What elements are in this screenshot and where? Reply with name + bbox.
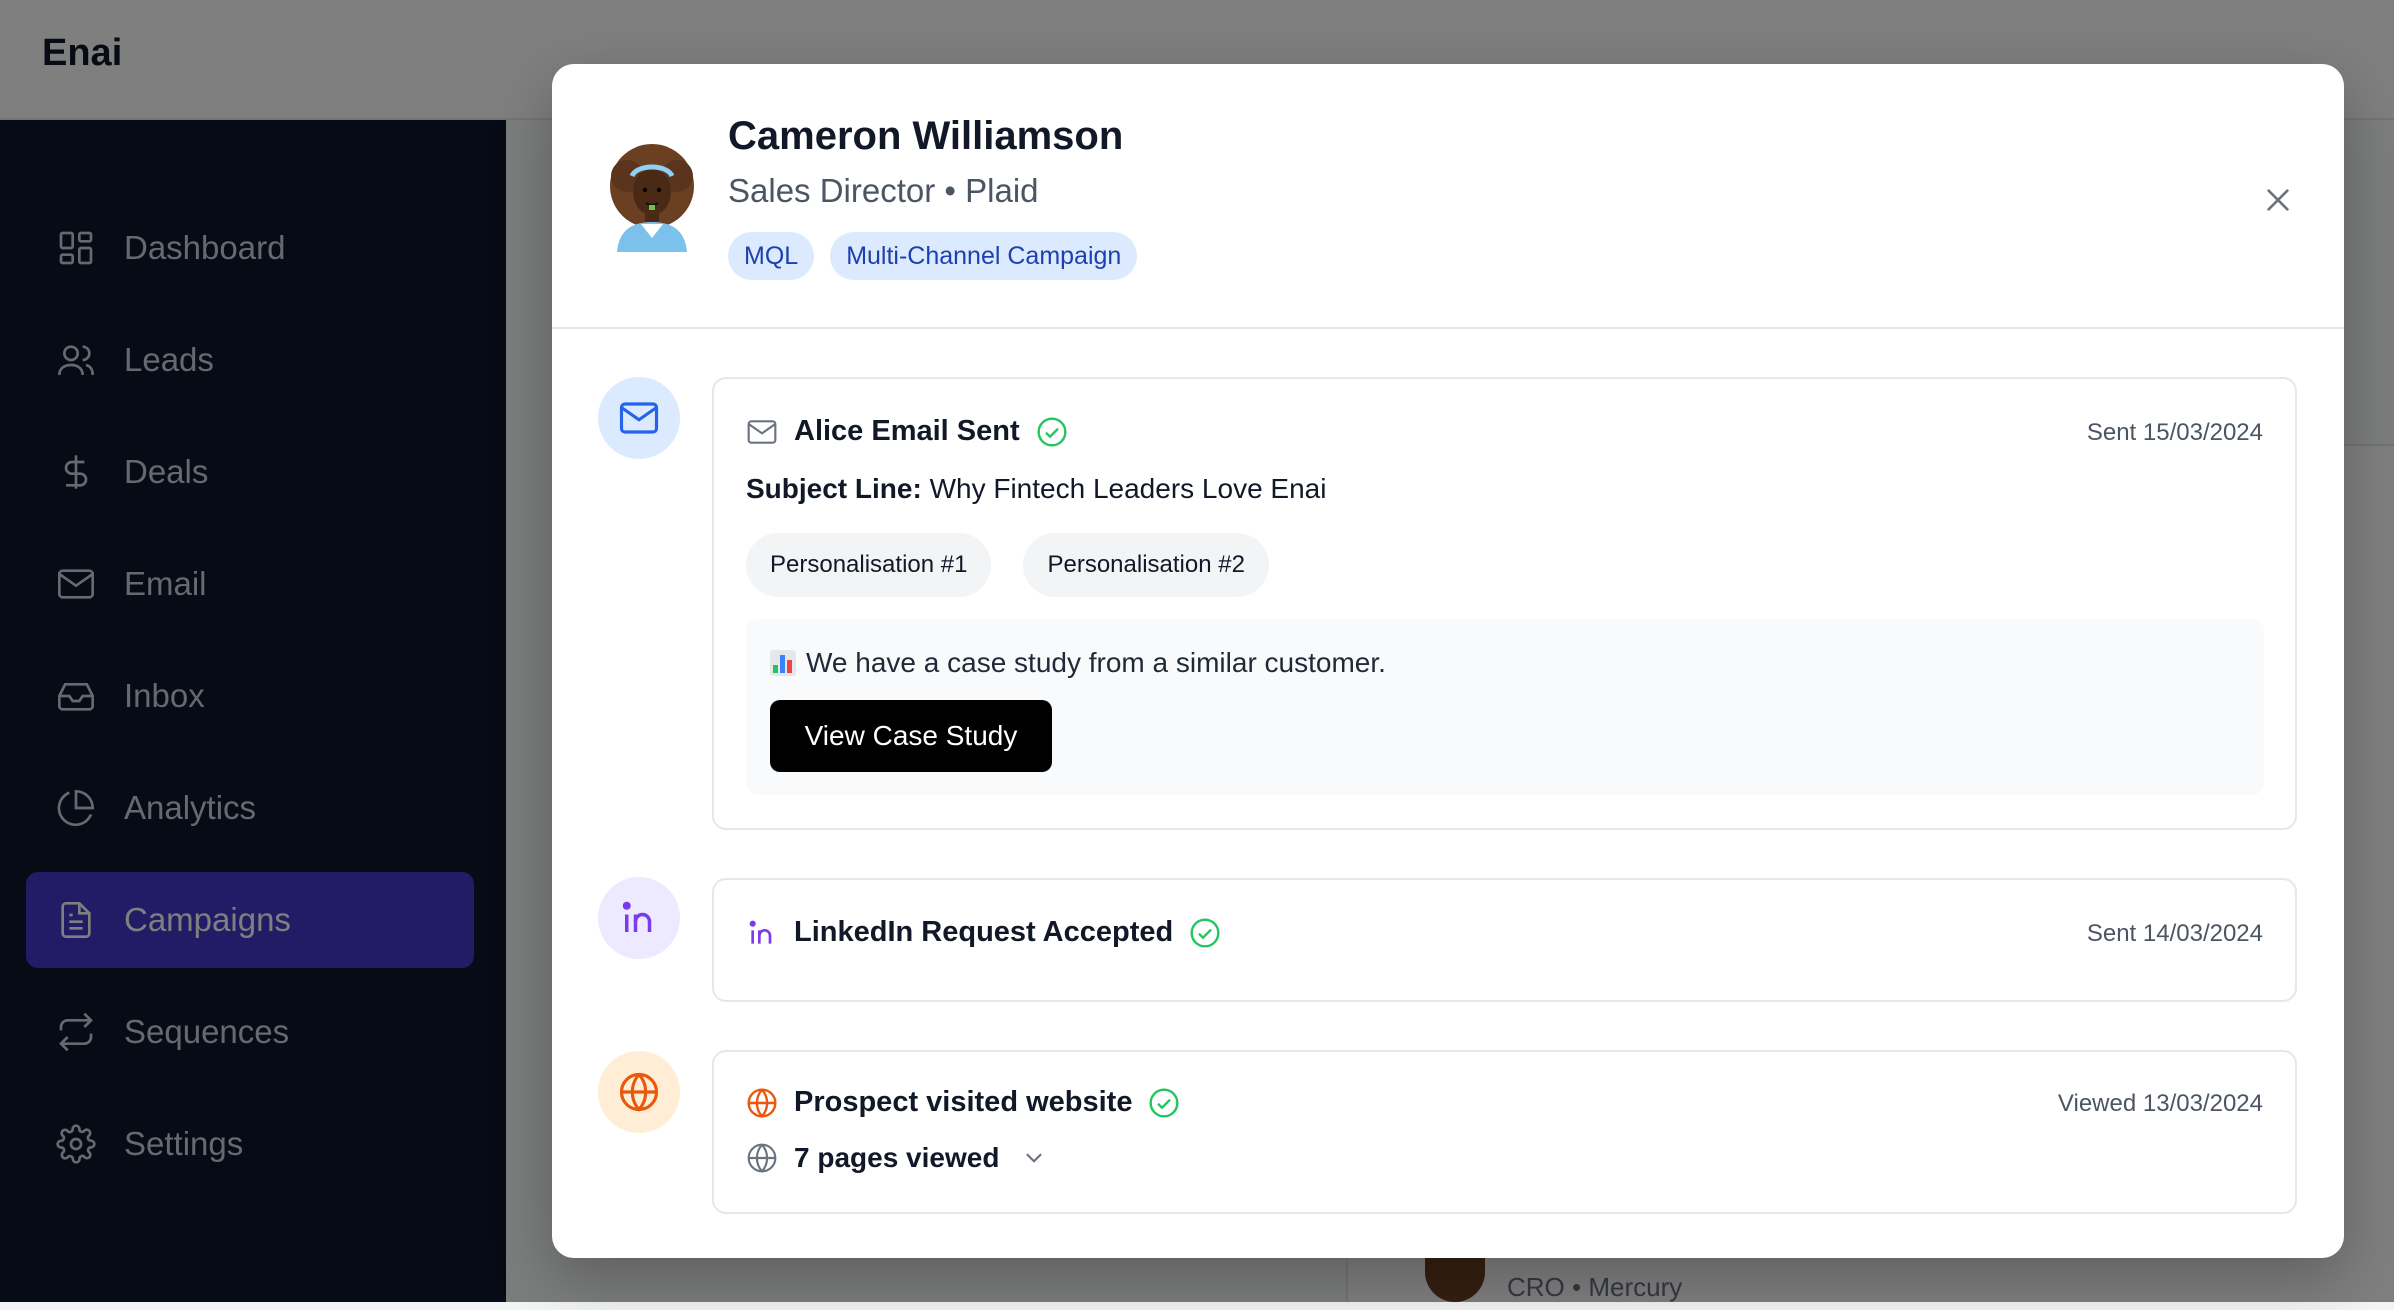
prospect-tags: MQL Multi-Channel Campaign [728, 232, 1138, 280]
event-date: Sent 15/03/2024 [2086, 419, 2263, 446]
website-card-header: Prospect visited website [746, 1086, 1180, 1119]
view-case-study-button[interactable]: View Case Study [770, 700, 1052, 772]
globe-icon [747, 1143, 777, 1173]
mail-icon [747, 419, 777, 444]
event-date: Viewed 13/03/2024 [2057, 1090, 2263, 1117]
tag-campaign[interactable]: Multi-Channel Campaign [830, 232, 1138, 280]
event-title: Prospect visited website [794, 1086, 1133, 1118]
modal-header: Cameron Williamson Sales Director • Plai… [552, 64, 2344, 329]
subject-label: Subject Line: [746, 473, 922, 504]
check-circle-icon [1037, 416, 1067, 447]
linkedin-card-header: LinkedIn Request Accepted [746, 916, 1221, 949]
email-card-header: Alice Email Sent [746, 415, 1068, 448]
email-sent-card: Alice Email Sent Sent 15/03/2024 Subject… [712, 377, 2297, 830]
case-study-note: We have a case study from a similar cust… [770, 647, 1386, 679]
linkedin-icon [622, 901, 652, 932]
personalisation-chip[interactable]: Personalisation #2 [1023, 533, 1269, 597]
case-study-text: We have a case study from a similar cust… [806, 647, 1386, 678]
bar-chart-icon [770, 650, 796, 676]
linkedin-accepted-card: LinkedIn Request Accepted Sent 14/03/202… [712, 878, 2297, 1002]
avatar [610, 144, 694, 252]
tag-mql[interactable]: MQL [728, 232, 815, 280]
prospect-name: Cameron Williamson [728, 114, 1124, 158]
globe-icon [747, 1087, 777, 1118]
globe-icon [619, 1072, 659, 1112]
pages-viewed-label: 7 pages viewed [794, 1142, 1000, 1173]
check-circle-icon [1149, 1087, 1180, 1118]
prospect-modal: Cameron Williamson Sales Director • Plai… [552, 64, 2344, 1258]
case-study-box: We have a case study from a similar cust… [746, 619, 2264, 795]
mail-icon [619, 402, 659, 434]
website-visit-card: Prospect visited website Viewed 13/03/20… [712, 1050, 2297, 1214]
check-circle-icon [1190, 917, 1220, 948]
close-button[interactable] [2258, 180, 2298, 220]
event-title: LinkedIn Request Accepted [794, 916, 1174, 948]
chevron-down-icon [1026, 1153, 1043, 1163]
personalisation-chip[interactable]: Personalisation #1 [746, 533, 992, 597]
event-title: Alice Email Sent [794, 415, 1020, 447]
prospect-role: Sales Director • Plaid [728, 172, 1039, 209]
event-date: Sent 14/03/2024 [2086, 920, 2263, 947]
pages-viewed-toggle[interactable]: 7 pages viewed [746, 1142, 1047, 1174]
website-event-icon [598, 1051, 680, 1133]
personalisation-list: Personalisation #1 Personalisation #2 [746, 533, 1269, 597]
linkedin-icon [749, 920, 772, 944]
email-event-icon [598, 377, 680, 459]
subject-text: Why Fintech Leaders Love Enai [929, 473, 1327, 504]
linkedin-event-icon [598, 877, 680, 959]
subject-line: Subject Line: Why Fintech Leaders Love E… [746, 473, 1326, 505]
close-icon [2267, 189, 2289, 211]
